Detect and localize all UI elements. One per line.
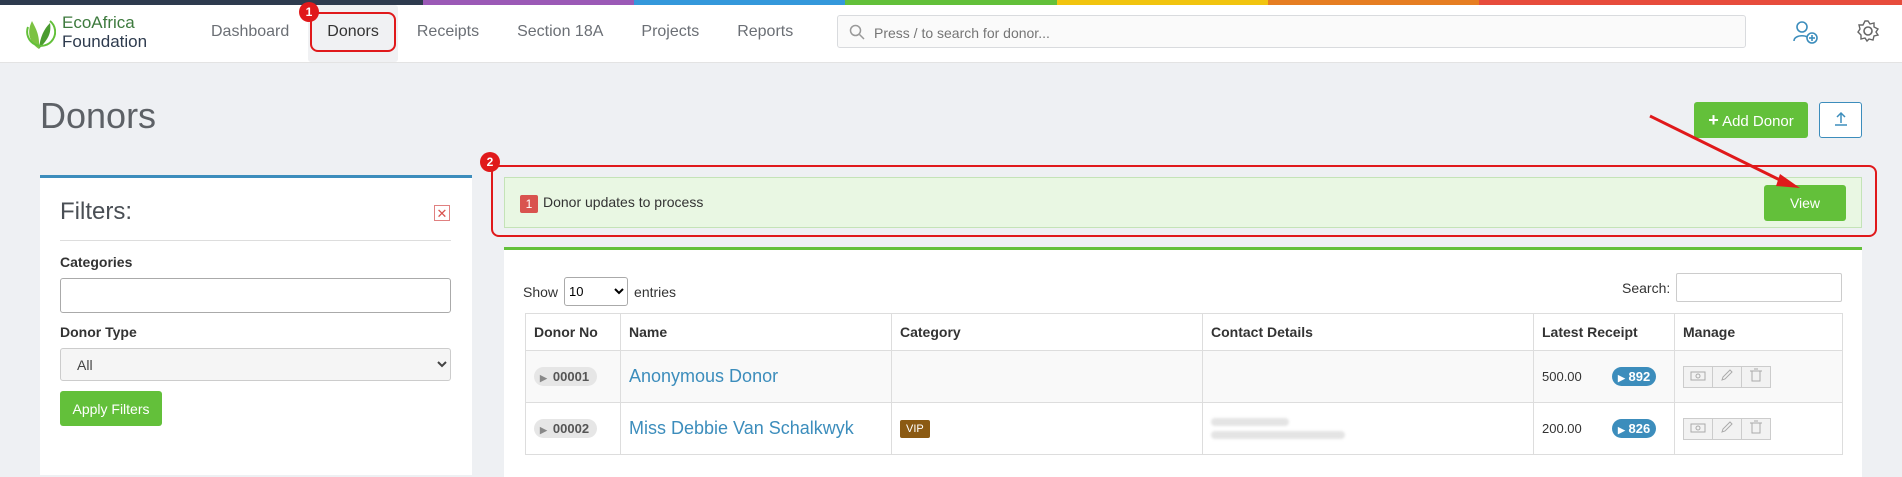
redacted-email — [1211, 431, 1345, 439]
donor-type-select[interactable]: All — [60, 348, 451, 381]
caret-right-icon: ▶ — [540, 373, 547, 383]
table-search: Search: — [1622, 273, 1843, 302]
receipt-number: 826 — [1628, 421, 1651, 436]
nav-projects[interactable]: Projects — [622, 5, 718, 62]
categories-label: Categories — [60, 254, 133, 270]
donor-no-toggle[interactable]: ▶ 00002 — [534, 419, 598, 438]
latest-receipt-cell: 500.00 ▶ 892 — [1533, 350, 1675, 403]
col-manage: Manage — [1674, 313, 1843, 351]
receipt-amount: 200.00 — [1542, 421, 1582, 436]
settings-gear-icon[interactable] — [1856, 19, 1880, 43]
entries-select[interactable]: 10 — [564, 277, 629, 306]
close-icon[interactable]: ✕ — [434, 205, 450, 221]
col-contact-details[interactable]: Contact Details — [1202, 313, 1534, 351]
nav-receipts[interactable]: Receipts — [398, 5, 498, 62]
receipt-number: 892 — [1628, 369, 1651, 384]
donors-table: Donor No Name Category Contact Details L… — [525, 313, 1843, 455]
donor-no-toggle[interactable]: ▶ 00001 — [534, 367, 598, 386]
edit-pencil-icon[interactable] — [1712, 365, 1742, 388]
trash-icon[interactable] — [1741, 365, 1771, 388]
alert-message: Donor updates to process — [543, 194, 704, 210]
edit-pencil-icon[interactable] — [1712, 417, 1742, 440]
receipt-amount: 500.00 — [1542, 369, 1582, 384]
col-category[interactable]: Category — [891, 313, 1203, 351]
manage-cell — [1674, 350, 1843, 403]
brand-logo[interactable]: EcoAfrica Foundation — [22, 13, 147, 51]
nav-reports[interactable]: Reports — [718, 5, 812, 62]
donor-no-cell: ▶ 00001 — [525, 350, 621, 403]
table-row: ▶ 00001 Anonymous Donor 500.00 ▶ 892 — [525, 350, 1843, 403]
callout-number-2: 2 — [480, 152, 500, 172]
nav-section-18a[interactable]: Section 18A — [498, 5, 622, 62]
col-donor-no[interactable]: Donor No — [525, 313, 621, 351]
caret-right-icon: ▶ — [1618, 425, 1625, 435]
redacted-phone — [1211, 418, 1289, 426]
view-button[interactable]: View — [1764, 185, 1846, 221]
manage-cell — [1674, 402, 1843, 455]
leaf-logo-icon — [26, 20, 56, 49]
receipt-number-badge[interactable]: ▶ 826 — [1612, 419, 1657, 438]
trash-icon[interactable] — [1741, 417, 1771, 440]
table-search-input[interactable] — [1676, 273, 1843, 302]
table-row: ▶ 00002 Miss Debbie Van Schalkwyk VIP 200… — [525, 402, 1843, 455]
annotation-arrow-icon — [1649, 114, 1800, 188]
entries-label: entries — [634, 283, 677, 300]
upload-icon — [1834, 111, 1847, 126]
contact-cell — [1202, 402, 1534, 455]
brand-name-line2: Foundation — [62, 32, 148, 51]
search-icon — [849, 24, 865, 40]
col-name[interactable]: Name — [620, 313, 892, 351]
upload-button[interactable] — [1819, 102, 1862, 138]
table-search-label: Search: — [1622, 279, 1671, 296]
cash-icon[interactable] — [1683, 417, 1713, 440]
show-label: Show — [523, 283, 559, 300]
updates-count-badge: 1 — [520, 195, 538, 213]
manage-button-group — [1683, 417, 1771, 440]
category-cell — [891, 350, 1203, 403]
main-nav: Dashboard Donors Receipts Section 18A Pr… — [192, 5, 812, 62]
page-title: Donors — [40, 95, 157, 136]
nav-dashboard[interactable]: Dashboard — [192, 5, 308, 62]
category-badge: VIP — [900, 420, 930, 438]
caret-right-icon: ▶ — [1618, 373, 1625, 383]
name-cell: Anonymous Donor — [620, 350, 892, 403]
donor-search-input[interactable] — [872, 16, 1736, 49]
latest-receipt-cell: 200.00 ▶ 826 — [1533, 402, 1675, 455]
cash-icon[interactable] — [1683, 365, 1713, 388]
receipt-number-badge[interactable]: ▶ 892 — [1612, 367, 1657, 386]
category-cell: VIP — [891, 402, 1203, 455]
manage-button-group — [1683, 365, 1771, 388]
donor-name-link[interactable]: Miss Debbie Van Schalkwyk — [629, 418, 854, 438]
divider — [60, 240, 451, 241]
top-navbar: EcoAfrica Foundation Dashboard Donors Re… — [0, 5, 1902, 63]
categories-input[interactable] — [60, 278, 451, 313]
filters-panel: Filters: ✕ Categories Donor Type All App… — [40, 175, 472, 475]
donor-no-value: 00001 — [552, 369, 590, 384]
name-cell: Miss Debbie Van Schalkwyk — [620, 402, 892, 455]
donor-search — [837, 15, 1746, 49]
add-user-icon[interactable] — [1792, 19, 1818, 45]
brand-name-line1: EcoAfrica — [62, 13, 135, 32]
filters-title: Filters: — [60, 198, 132, 225]
donor-type-label: Donor Type — [60, 324, 137, 340]
apply-filters-button[interactable]: Apply Filters — [60, 391, 162, 426]
donor-no-value: 00002 — [552, 421, 590, 436]
caret-right-icon: ▶ — [540, 425, 547, 435]
table-header-row: Donor No Name Category Contact Details L… — [525, 313, 1843, 351]
donors-table-panel: Show 10 entries Search: Donor No Name Ca… — [504, 247, 1862, 477]
contact-cell — [1202, 350, 1534, 403]
callout-number-1: 1 — [299, 2, 319, 22]
nav-donors[interactable]: Donors — [308, 5, 398, 62]
entries-control: Show 10 entries — [523, 277, 676, 306]
col-latest-receipt[interactable]: Latest Receipt — [1533, 313, 1675, 351]
donor-name-link[interactable]: Anonymous Donor — [629, 366, 778, 386]
donor-no-cell: ▶ 00002 — [525, 402, 621, 455]
